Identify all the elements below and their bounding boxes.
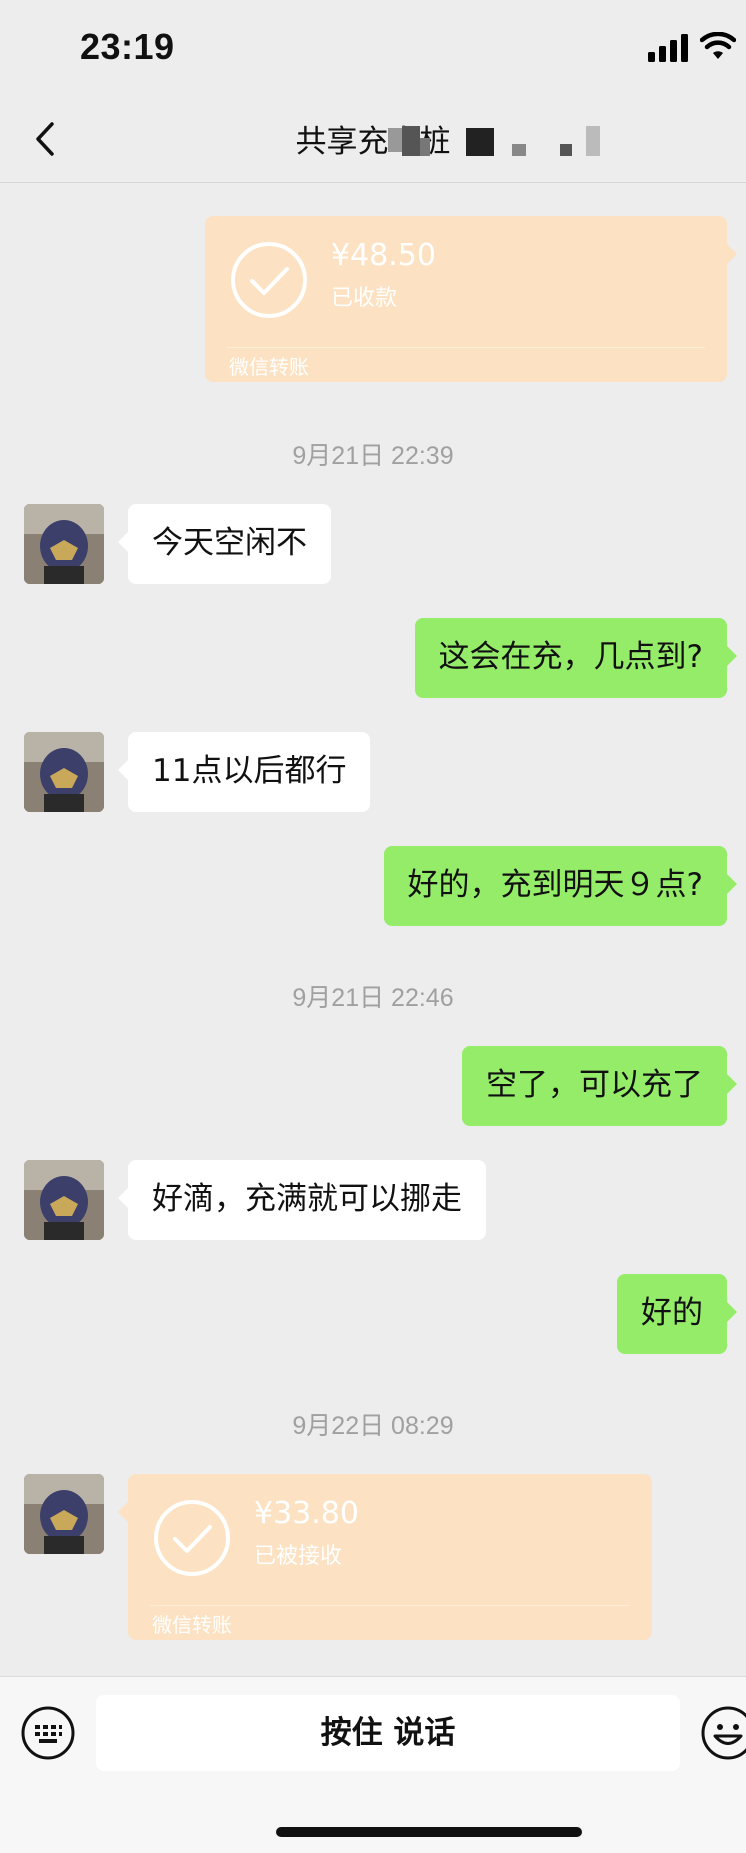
wifi-icon [700, 32, 736, 59]
transfer-label: 微信转账 [152, 1613, 232, 1637]
contact-avatar[interactable] [24, 1474, 104, 1554]
contact-avatar[interactable] [24, 504, 104, 584]
transfer-divider [150, 1605, 630, 1606]
signal-bars-icon [648, 34, 688, 62]
message-incoming[interactable]: 11点以后都行 [117, 732, 371, 812]
transfer-card-accepted[interactable]: ¥33.80 已被接收 微信转账 [118, 1474, 652, 1640]
hold-to-talk-button[interactable]: 按住 说话 [96, 1695, 680, 1771]
emoji-icon[interactable] [700, 1705, 746, 1761]
contact-avatar[interactable] [24, 1160, 104, 1240]
keyboard-icon[interactable] [20, 1705, 76, 1761]
transfer-card-received[interactable]: ¥48.50 已收款 微信转账 [205, 216, 737, 382]
contact-avatar[interactable] [24, 732, 104, 812]
message-outgoing[interactable]: 这会在充，几点到? [414, 618, 738, 698]
status-bar: 23:19 [0, 0, 746, 96]
status-time: 23:19 [80, 26, 175, 67]
chat-header: 共享充电桩 [0, 96, 746, 183]
timestamp: 9月21日 22:46 [292, 984, 454, 1012]
transfer-divider [227, 347, 705, 348]
transfer-status: 已被接收 [254, 1544, 343, 1569]
avatar-image [24, 1160, 104, 1240]
message-outgoing[interactable]: 空了，可以充了 [462, 1046, 737, 1126]
home-indicator [276, 1827, 582, 1837]
chat-title: 共享充电桩 [295, 124, 451, 160]
input-bar: 按住 说话 [0, 1676, 746, 1853]
timestamp: 9月21日 22:39 [292, 442, 454, 470]
check-circle-icon [231, 242, 307, 318]
transfer-label: 微信转账 [229, 355, 309, 379]
message-incoming[interactable]: 今天空闲不 [118, 504, 331, 584]
timestamp: 9月22日 08:29 [292, 1412, 454, 1440]
message-outgoing[interactable]: 好的，充到明天９点? [383, 846, 738, 926]
check-circle-icon [154, 1500, 230, 1576]
message-incoming[interactable]: 好滴，充满就可以挪走 [118, 1160, 486, 1240]
avatar-image [24, 1474, 104, 1554]
avatar-image [24, 732, 104, 812]
transfer-amount: ¥48.50 [331, 238, 436, 273]
message-outgoing[interactable]: 好的 [617, 1274, 737, 1354]
mosaic-redaction [388, 126, 608, 160]
avatar-image [24, 504, 104, 584]
transfer-amount: ¥33.80 [254, 1496, 359, 1531]
transfer-status: 已收款 [331, 286, 398, 311]
